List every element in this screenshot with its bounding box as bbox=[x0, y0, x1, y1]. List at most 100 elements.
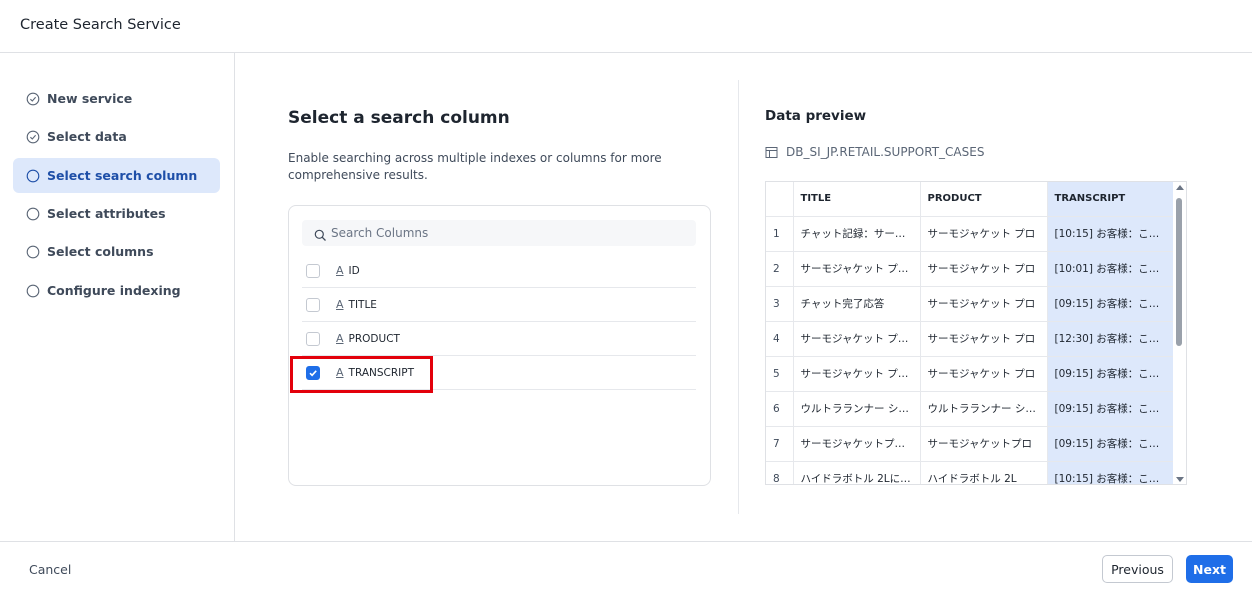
step-label: Select data bbox=[47, 129, 127, 144]
column-row-id[interactable]: A ID bbox=[302, 254, 696, 288]
column-selector: A ID A TITLE A PRODUCT A TRANSCRIPT bbox=[288, 205, 711, 486]
step-label: Select attributes bbox=[47, 206, 166, 221]
circle-icon bbox=[26, 284, 40, 298]
table-cell: [10:15] お客様：こん… bbox=[1047, 216, 1175, 252]
checkmark-icon bbox=[309, 369, 317, 376]
column-row-title[interactable]: A TITLE bbox=[302, 288, 696, 322]
column-checkbox[interactable] bbox=[306, 331, 320, 346]
table-cell: [12:30] お客様：こん… bbox=[1047, 321, 1175, 357]
step-label: New service bbox=[47, 91, 133, 106]
table-cell: サーモジャケット プロ… bbox=[793, 251, 921, 287]
preview-table-container[interactable]: TITLE PRODUCT TRANSCRIPT 1 チャット記録：サーモ… サ… bbox=[765, 181, 1187, 485]
dialog-title: Create Search Service bbox=[20, 17, 181, 33]
step-label: Configure indexing bbox=[47, 283, 181, 298]
row-number: 3 bbox=[766, 286, 794, 322]
table-row: 8 ハイドラボトル 2Lに… ハイドラボトル 2L [10:15] お客様：こん… bbox=[766, 461, 1175, 484]
table-row: 1 チャット記録：サーモ… サーモジャケット プロ [10:15] お客様：こん… bbox=[766, 216, 1175, 252]
step-select-attributes[interactable]: Select attributes bbox=[13, 196, 220, 231]
table-cell: ウルトラランナー シュ… bbox=[793, 391, 921, 427]
row-number-header bbox=[766, 182, 794, 217]
table-cell: サーモジャケット プロ bbox=[920, 216, 1048, 252]
row-number: 7 bbox=[766, 426, 794, 462]
table-cell: サーモジャケット プロ bbox=[920, 321, 1048, 357]
check-circle-icon bbox=[26, 92, 40, 106]
previous-button[interactable]: Previous bbox=[1102, 555, 1173, 583]
table-cell: サーモジャケットプロ bbox=[920, 426, 1048, 462]
scroll-up-arrow-icon[interactable] bbox=[1176, 185, 1184, 190]
step-configure-indexing[interactable]: Configure indexing bbox=[13, 273, 220, 308]
search-columns-field[interactable] bbox=[302, 220, 696, 246]
column-checkbox[interactable] bbox=[306, 297, 320, 312]
column-header-title: TITLE bbox=[793, 182, 921, 217]
table-cell: [10:15] お客様：こん… bbox=[1047, 461, 1175, 484]
circle-icon bbox=[26, 169, 40, 183]
next-button[interactable]: Next bbox=[1186, 555, 1233, 583]
column-checkbox-checked[interactable] bbox=[306, 365, 320, 380]
section-divider bbox=[738, 80, 739, 514]
step-select-search-column[interactable]: Select search column bbox=[13, 158, 220, 193]
section-description: Enable searching across multiple indexes… bbox=[288, 151, 662, 182]
preview-source: DB_SI_JP.RETAIL.SUPPORT_CASES bbox=[765, 145, 984, 159]
table-cell: [09:15] お客様：こん… bbox=[1047, 286, 1175, 322]
row-number: 8 bbox=[766, 461, 794, 484]
table-cell: [09:15] お客様：こん… bbox=[1047, 391, 1175, 427]
preview-title: Data preview bbox=[765, 108, 867, 124]
table-row: 7 サーモジャケットプロ… サーモジャケットプロ [09:15] お客様：こん… bbox=[766, 426, 1175, 462]
column-name: TRANSCRIPT bbox=[348, 366, 414, 379]
table-row: 5 サーモジャケット プロ… サーモジャケット プロ [09:15] お客様：こ… bbox=[766, 356, 1175, 392]
text-type-icon: A bbox=[336, 264, 344, 277]
step-select-columns[interactable]: Select columns bbox=[13, 234, 220, 269]
step-label: Select search column bbox=[47, 168, 198, 183]
table-cell: ウルトラランナー シュ… bbox=[920, 391, 1048, 427]
cancel-button[interactable]: Cancel bbox=[29, 562, 71, 577]
row-number: 5 bbox=[766, 356, 794, 392]
table-cell: サーモジャケット プロ… bbox=[793, 321, 921, 357]
scroll-down-arrow-icon[interactable] bbox=[1176, 477, 1184, 482]
section-title: Select a search column bbox=[288, 108, 510, 128]
table-cell: [09:15] お客様：こん… bbox=[1047, 426, 1175, 462]
search-columns-input[interactable] bbox=[331, 226, 671, 240]
column-row-product[interactable]: A PRODUCT bbox=[302, 322, 696, 356]
search-icon bbox=[314, 227, 327, 241]
table-cell: サーモジャケット プロ… bbox=[793, 356, 921, 392]
column-checkbox[interactable] bbox=[306, 263, 320, 278]
steps-sidebar: New service Select data Select search co… bbox=[0, 53, 235, 541]
column-name: PRODUCT bbox=[348, 332, 400, 345]
text-type-icon: A bbox=[336, 298, 344, 311]
dialog-header: Create Search Service bbox=[0, 0, 1252, 53]
table-cell: チャット完了応答 bbox=[793, 286, 921, 322]
circle-icon bbox=[26, 245, 40, 259]
row-number: 1 bbox=[766, 216, 794, 252]
table-cell: サーモジャケット プロ bbox=[920, 356, 1048, 392]
vertical-scrollbar[interactable] bbox=[1173, 182, 1186, 484]
table-row: 3 チャット完了応答 サーモジャケット プロ [09:15] お客様：こん… bbox=[766, 286, 1175, 322]
table-row: 4 サーモジャケット プロ… サーモジャケット プロ [12:30] お客様：こ… bbox=[766, 321, 1175, 357]
text-type-icon: A bbox=[336, 366, 344, 379]
preview-table: TITLE PRODUCT TRANSCRIPT 1 チャット記録：サーモ… サ… bbox=[766, 182, 1175, 484]
table-cell: [09:15] お客様：こん… bbox=[1047, 356, 1175, 392]
check-circle-icon bbox=[26, 130, 40, 144]
column-header-transcript: TRANSCRIPT bbox=[1047, 182, 1175, 217]
text-type-icon: A bbox=[336, 332, 344, 345]
circle-icon bbox=[26, 207, 40, 221]
table-cell: サーモジャケットプロ… bbox=[793, 426, 921, 462]
table-icon bbox=[765, 146, 778, 159]
column-row-transcript[interactable]: A TRANSCRIPT bbox=[302, 356, 696, 390]
preview-source-name: DB_SI_JP.RETAIL.SUPPORT_CASES bbox=[786, 145, 985, 159]
table-cell: ハイドラボトル 2L bbox=[920, 461, 1048, 484]
step-label: Select columns bbox=[47, 244, 154, 259]
row-number: 4 bbox=[766, 321, 794, 357]
scrollbar-thumb[interactable] bbox=[1176, 198, 1182, 346]
table-row: 6 ウルトラランナー シュ… ウルトラランナー シュ… [09:15] お客様：… bbox=[766, 391, 1175, 427]
table-cell: ハイドラボトル 2Lに… bbox=[793, 461, 921, 484]
step-new-service[interactable]: New service bbox=[13, 81, 220, 116]
table-cell: チャット記録：サーモ… bbox=[793, 216, 921, 252]
table-header-row: TITLE PRODUCT TRANSCRIPT bbox=[766, 182, 1175, 217]
table-cell: サーモジャケット プロ bbox=[920, 251, 1048, 287]
column-name: ID bbox=[348, 264, 360, 277]
step-select-data[interactable]: Select data bbox=[13, 119, 220, 154]
table-row: 2 サーモジャケット プロ… サーモジャケット プロ [10:01] お客様：こ… bbox=[766, 251, 1175, 287]
column-header-product: PRODUCT bbox=[920, 182, 1048, 217]
row-number: 2 bbox=[766, 251, 794, 287]
dialog-footer: Cancel Previous Next bbox=[0, 541, 1252, 598]
